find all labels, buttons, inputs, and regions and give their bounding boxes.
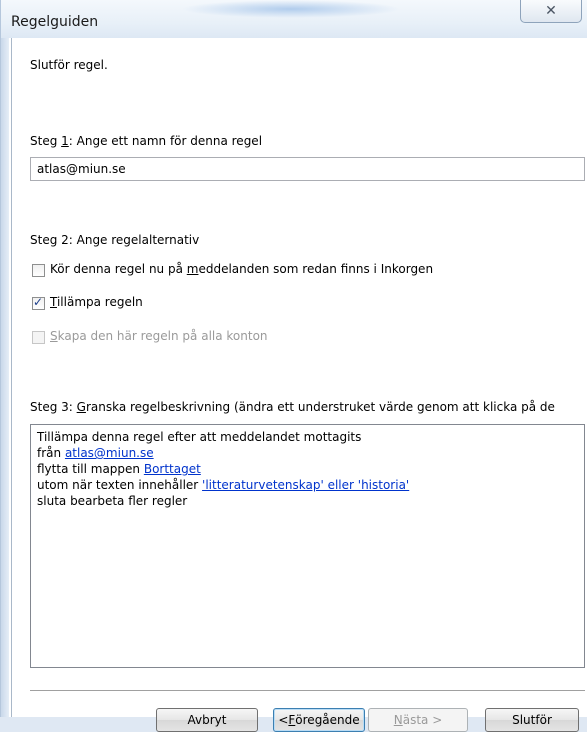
divider: [30, 690, 585, 692]
page-subtitle: Slutför regel.: [30, 58, 108, 72]
description-line: flytta till mappen Borttaget: [37, 462, 201, 476]
run-now-checkbox[interactable]: [32, 264, 45, 277]
sender-link[interactable]: atlas@miun.se: [65, 446, 154, 460]
run-now-label[interactable]: Kör denna regel nu på meddelanden som re…: [50, 262, 433, 276]
folder-link[interactable]: Borttaget: [144, 462, 201, 476]
close-button[interactable]: ✕: [520, 0, 582, 23]
description-line: utom när texten innehåller 'litteraturve…: [37, 478, 410, 492]
all-accounts-checkbox[interactable]: [32, 331, 45, 344]
description-line: Tillämpa denna regel efter att meddeland…: [37, 430, 362, 444]
finish-button[interactable]: Slutför: [485, 708, 579, 732]
wizard-content: Slutför regel. Steg 1: Ange ett namn för…: [11, 38, 587, 732]
step3-label: Steg 3: Granska regelbeskrivning (ändra …: [30, 400, 555, 414]
window-frame: [1, 0, 9, 717]
rule-description-box: Tillämpa denna regel efter att meddeland…: [30, 424, 585, 668]
apply-rule-label[interactable]: Tillämpa regeln: [50, 295, 143, 309]
description-line: från atlas@miun.se: [37, 446, 154, 460]
next-button[interactable]: Nästa >: [368, 708, 468, 732]
keywords-link[interactable]: 'litteraturvetenskap' eller 'historia': [202, 478, 409, 492]
title-bar: Regelguiden ✕: [1, 0, 587, 38]
rule-name-input[interactable]: [30, 157, 585, 181]
window-title: Regelguiden: [11, 14, 99, 30]
apply-rule-checkbox[interactable]: [32, 295, 45, 310]
cancel-button[interactable]: Avbryt: [156, 708, 258, 732]
close-icon: ✕: [545, 3, 557, 19]
step1-label: Steg 1: Ange ett namn för denna regel: [30, 134, 263, 148]
all-accounts-label: Skapa den här regeln på alla konton: [50, 329, 268, 343]
rule-wizard-window: Regelguiden ✕ Slutför regel. Steg 1: Ang…: [0, 0, 587, 732]
step2-label: Steg 2: Ange regelalternativ: [30, 233, 200, 247]
back-button[interactable]: < Föregående: [273, 708, 365, 732]
description-line: sluta bearbeta fler regler: [37, 494, 188, 508]
